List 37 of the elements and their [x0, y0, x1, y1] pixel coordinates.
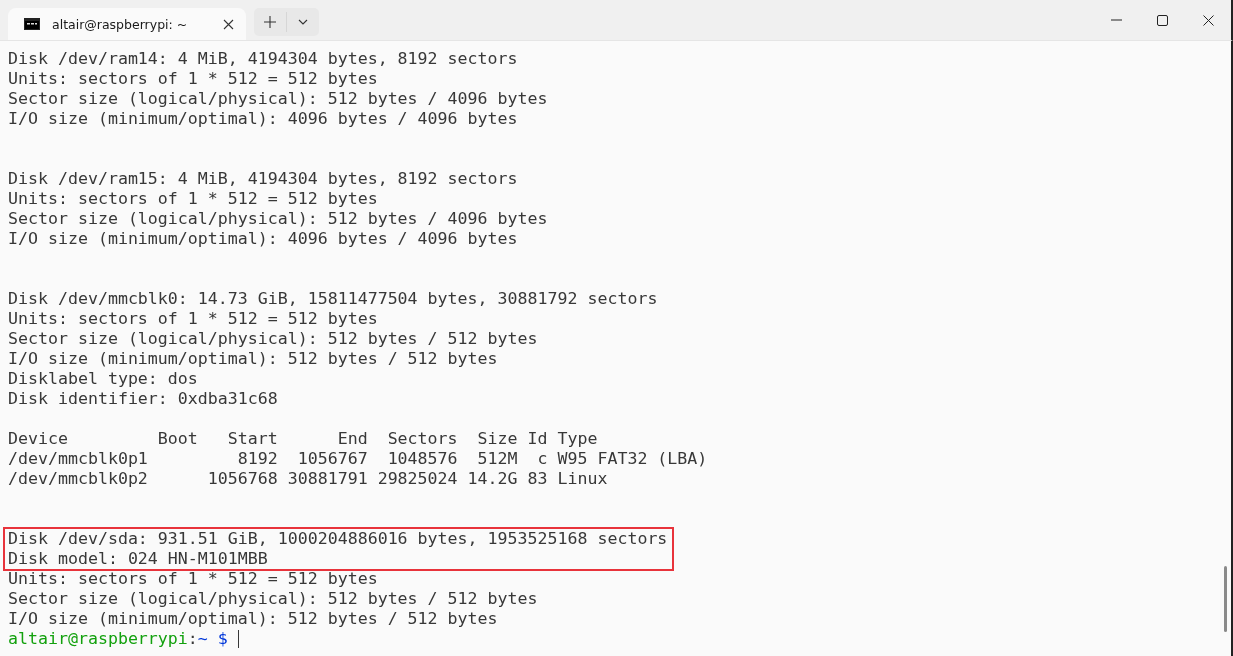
- output-line: Disk /dev/ram14: 4 MiB, 4194304 bytes, 8192 sectors: [8, 49, 518, 69]
- output-line: Disk identifier: 0xdba31c68: [8, 389, 278, 409]
- output-line: Disklabel type: dos: [8, 369, 198, 389]
- prompt-separator: :: [187, 629, 198, 649]
- output-line: Sector size (logical/physical): 512 bytes / 4096 bytes: [8, 209, 548, 229]
- output-line: Sector size (logical/physical): 512 bytes / 512 bytes: [8, 589, 538, 609]
- output-line: Device Boot Start End Sectors Size Id Type: [8, 429, 598, 449]
- output-line: Disk model: 024 HN-M101MBB: [8, 549, 268, 569]
- close-icon: [1202, 14, 1214, 26]
- scrollbar-thumb[interactable]: [1224, 566, 1227, 632]
- prompt-user-host: altair@raspberrypi: [8, 629, 188, 649]
- close-icon[interactable]: [223, 18, 234, 30]
- output-line: Disk /dev/sda: 931.51 GiB, 1000204886016 bytes, 1953525168 sectors: [8, 529, 668, 549]
- output-line: I/O size (minimum/optimal): 512 bytes / 512 bytes: [8, 349, 498, 369]
- output-line: Units: sectors of 1 * 512 = 512 bytes: [8, 309, 378, 329]
- output-line: I/O size (minimum/optimal): 4096 bytes / 4096 bytes: [8, 109, 518, 129]
- output-line: Units: sectors of 1 * 512 = 512 bytes: [8, 69, 378, 89]
- text-cursor: [237, 630, 239, 648]
- plus-icon: [264, 16, 276, 28]
- maximize-icon: [1156, 14, 1168, 26]
- tab-title: altair@raspberrypi: ~: [52, 16, 189, 32]
- terminal-tab[interactable]: altair@raspberrypi: ~: [8, 8, 246, 40]
- prompt-path: ~: [197, 629, 208, 649]
- output-line: I/O size (minimum/optimal): 4096 bytes / 4096 bytes: [8, 229, 518, 249]
- output-line: Units: sectors of 1 * 512 = 512 bytes: [8, 189, 378, 209]
- output-line: Units: sectors of 1 * 512 = 512 bytes: [8, 569, 378, 589]
- minimize-icon: [1110, 19, 1122, 21]
- terminal-icon: [24, 18, 40, 30]
- output-line: /dev/mmcblk0p2 1056768 30881791 29825024 14.2G 83 Linux: [8, 469, 608, 489]
- prompt-symbol: $: [217, 629, 228, 649]
- output-line: /dev/mmcblk0p1 8192 1056767 1048576 512M c W95 FAT32 (LBA): [8, 449, 708, 469]
- output-line: I/O size (minimum/optimal): 512 bytes / 512 bytes: [8, 609, 498, 629]
- output-line: Disk /dev/mmcblk0: 14.73 GiB, 15811477504 bytes, 30881792 sectors: [8, 289, 658, 309]
- output-line: Sector size (logical/physical): 512 bytes / 512 bytes: [8, 329, 538, 349]
- chevron-down-icon: [298, 19, 308, 25]
- output-line: Disk /dev/ram15: 4 MiB, 4194304 bytes, 8192 sectors: [8, 169, 518, 189]
- output-line: Sector size (logical/physical): 512 bytes / 4096 bytes: [8, 89, 548, 109]
